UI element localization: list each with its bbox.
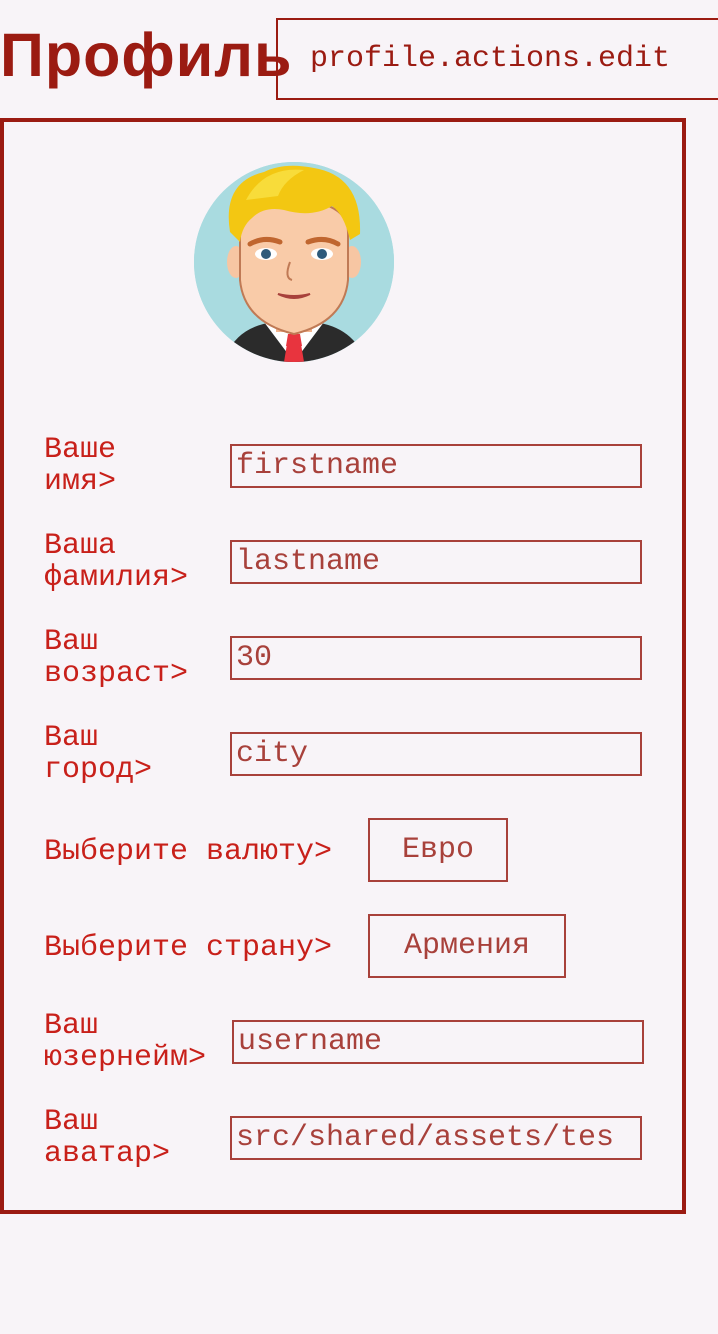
country-select[interactable]: Армения — [368, 914, 566, 978]
lastname-label: Ваша фамилия> — [44, 529, 189, 595]
profile-avatar-icon — [194, 162, 394, 362]
username-input[interactable] — [232, 1020, 644, 1064]
currency-label: Выберите валюту> — [44, 835, 333, 869]
profile-card: Ваше имя> Ваша фамилия> Ваш возраст> Ваш… — [0, 118, 686, 1214]
username-label: Ваш юзернейм> — [44, 1009, 207, 1075]
country-label: Выберите страну> — [44, 931, 333, 965]
age-input[interactable] — [230, 636, 642, 680]
edit-profile-button[interactable]: profile.actions.edit — [276, 18, 718, 100]
city-input[interactable] — [230, 732, 642, 776]
firstname-label: Ваше имя> — [44, 433, 117, 499]
avatar-input[interactable] — [230, 1116, 642, 1160]
city-label: Ваш город> — [44, 721, 153, 787]
avatar-label: Ваш аватар> — [44, 1105, 171, 1171]
age-label: Ваш возраст> — [44, 625, 189, 691]
currency-select[interactable]: Евро — [368, 818, 508, 882]
lastname-input[interactable] — [230, 540, 642, 584]
page-title: Профиль — [0, 21, 293, 89]
avatar — [194, 162, 394, 362]
firstname-input[interactable] — [230, 444, 642, 488]
